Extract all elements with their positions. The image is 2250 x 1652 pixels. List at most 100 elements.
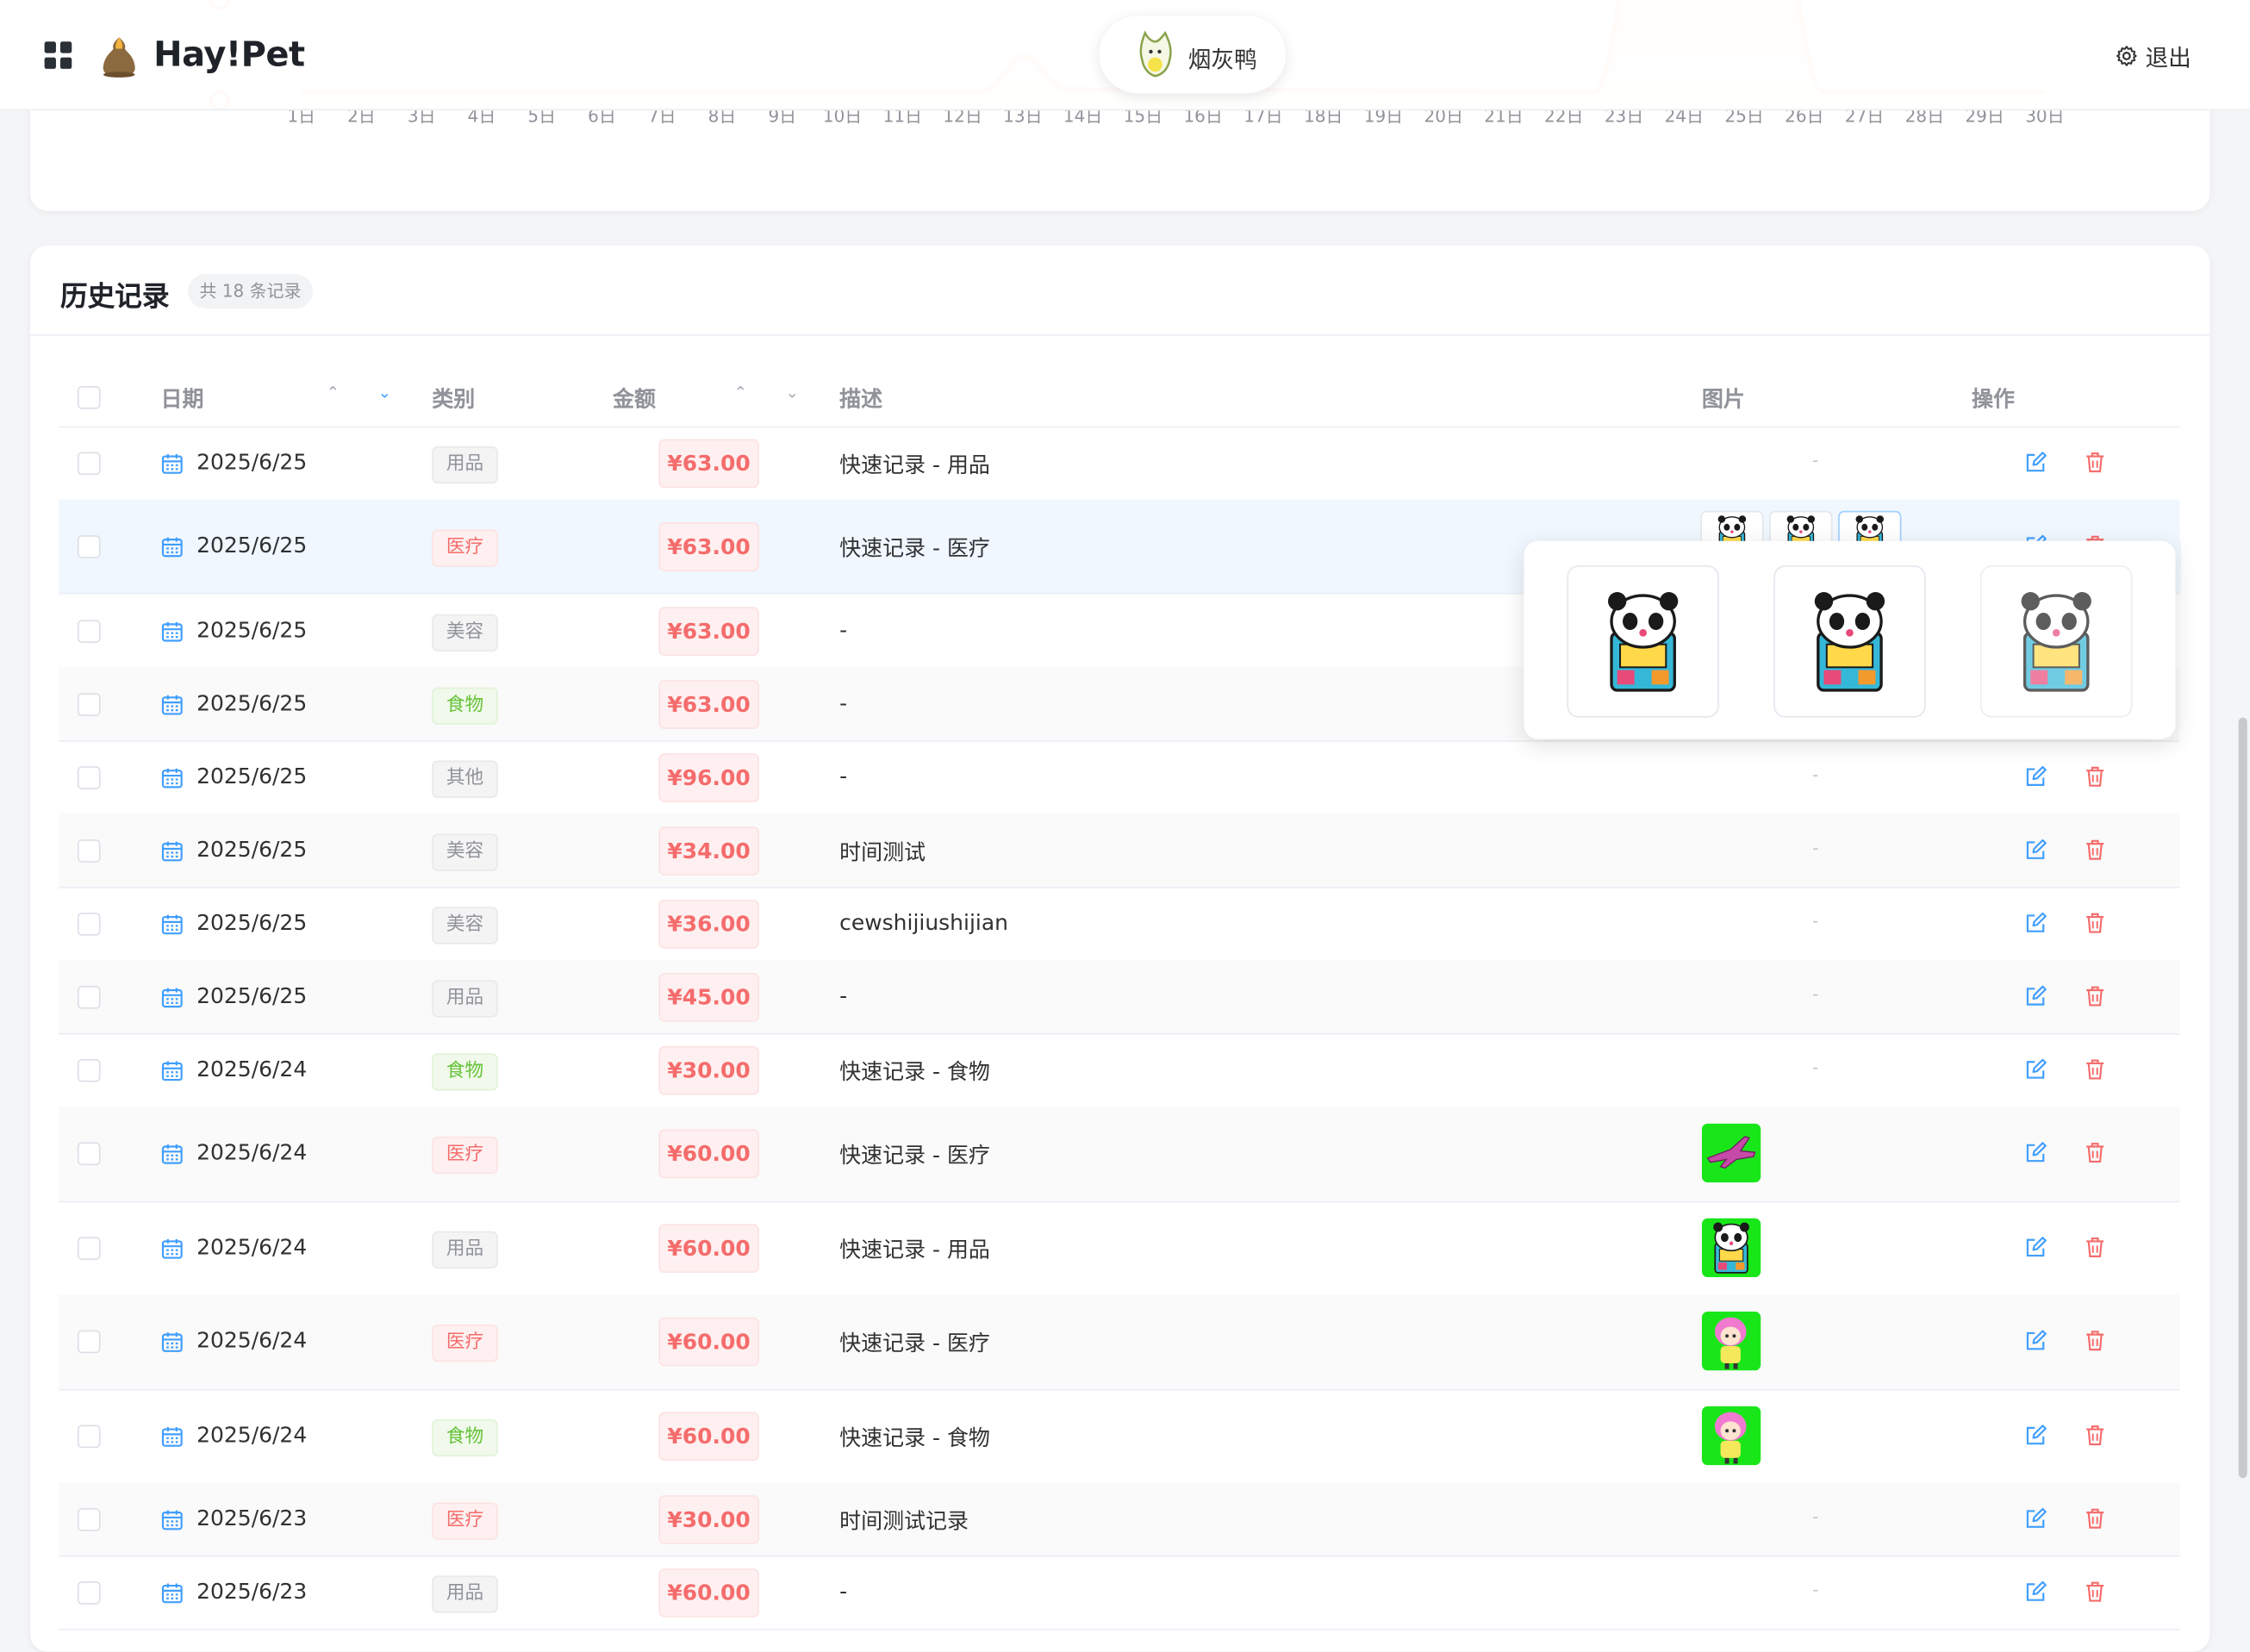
image-thumbnail[interactable] xyxy=(1701,1217,1761,1277)
row-checkbox[interactable] xyxy=(77,765,101,789)
edit-icon[interactable] xyxy=(2025,911,2048,934)
edit-icon[interactable] xyxy=(2025,1423,2048,1446)
table-row[interactable]: 2025/6/24 食物 ¥60.00 快速记录 - 食物 xyxy=(59,1389,2180,1484)
table-row[interactable]: 2025/6/24 医疗 ¥60.00 快速记录 - 医疗 xyxy=(59,1106,2180,1203)
amount-badge: ¥60.00 xyxy=(658,1568,759,1617)
row-date: 2025/6/24 xyxy=(196,1139,308,1166)
row-checkbox[interactable] xyxy=(77,692,101,716)
row-date: 2025/6/25 xyxy=(196,616,308,643)
edit-icon[interactable] xyxy=(2025,451,2048,474)
delete-icon[interactable] xyxy=(2084,1423,2107,1446)
row-description: 快速记录 - 用品 xyxy=(839,1236,990,1262)
table-row[interactable]: 2025/6/25 用品 ¥45.00 - - xyxy=(59,960,2180,1035)
row-date: 2025/6/25 xyxy=(196,531,308,558)
edit-icon[interactable] xyxy=(2025,1057,2048,1080)
top-header: Hay!Pet 烟灰鸭 退出 xyxy=(0,0,2250,111)
delete-icon[interactable] xyxy=(2084,983,2107,1007)
pet-avatar xyxy=(1139,30,1172,78)
edit-icon[interactable] xyxy=(2025,1235,2048,1258)
amount-badge: ¥30.00 xyxy=(658,1494,759,1543)
table-row[interactable]: 2025/6/24 用品 ¥60.00 快速记录 - 用品 xyxy=(59,1201,2180,1296)
row-checkbox[interactable] xyxy=(77,985,101,1008)
delete-icon[interactable] xyxy=(2084,451,2107,474)
preview-image[interactable] xyxy=(1979,565,2133,718)
table-row[interactable]: 2025/6/24 医疗 ¥60.00 快速记录 - 医疗 xyxy=(59,1294,2180,1391)
date-sort-controls: ⌃ ⌄ xyxy=(323,383,395,409)
row-checkbox[interactable] xyxy=(77,619,101,643)
history-card: 历史记录 共 18 条记录 日期 ⌃ ⌄ 类别 金额 ⌃ ⌄ 描述 图片 操作 … xyxy=(29,245,2210,1652)
row-checkbox[interactable] xyxy=(77,534,101,558)
row-checkbox[interactable] xyxy=(77,1058,101,1082)
edit-icon[interactable] xyxy=(2025,1580,2048,1603)
row-checkbox[interactable] xyxy=(77,1236,101,1260)
edit-icon[interactable] xyxy=(2025,838,2048,861)
delete-icon[interactable] xyxy=(2084,764,2107,788)
table-row[interactable]: 2025/6/25 美容 ¥34.00 时间测试 - xyxy=(59,814,2180,888)
no-image-placeholder: - xyxy=(1812,910,1819,931)
calendar-icon xyxy=(161,912,184,935)
category-tag: 食物 xyxy=(432,1052,498,1090)
sort-desc-icon[interactable]: ⌄ xyxy=(782,383,802,409)
row-description: - xyxy=(839,982,848,1008)
delete-icon[interactable] xyxy=(2084,911,2107,934)
apps-menu-icon[interactable] xyxy=(44,41,72,69)
calendar-icon xyxy=(161,534,184,558)
row-checkbox[interactable] xyxy=(77,1424,101,1448)
delete-icon[interactable] xyxy=(2084,1057,2107,1080)
no-image-placeholder: - xyxy=(1812,837,1819,857)
sort-asc-icon[interactable]: ⌃ xyxy=(323,383,343,409)
row-checkbox[interactable] xyxy=(77,1507,101,1530)
amount-badge: ¥63.00 xyxy=(658,439,759,489)
table-row[interactable]: 2025/6/24 食物 ¥30.00 快速记录 - 食物 - xyxy=(59,1033,2180,1108)
delete-icon[interactable] xyxy=(2084,1329,2107,1352)
row-description: cewshijiushijian xyxy=(839,908,1008,935)
column-header-amount: 金额 xyxy=(613,385,657,412)
row-description: 快速记录 - 医疗 xyxy=(839,1330,990,1356)
image-thumbnail[interactable] xyxy=(1701,1311,1761,1371)
logout-button[interactable]: 退出 xyxy=(2116,41,2191,72)
row-checkbox[interactable] xyxy=(77,1142,101,1166)
category-tag: 食物 xyxy=(432,686,498,725)
row-checkbox[interactable] xyxy=(77,1330,101,1354)
preview-image[interactable] xyxy=(1567,565,1719,718)
image-thumbnail[interactable] xyxy=(1701,1123,1761,1183)
image-thumbnail[interactable] xyxy=(1701,1406,1761,1465)
row-checkbox[interactable] xyxy=(77,838,101,862)
table-row[interactable]: 2025/6/25 用品 ¥63.00 快速记录 - 用品 - xyxy=(59,427,2180,502)
no-image-placeholder: - xyxy=(1812,764,1819,785)
preview-image[interactable] xyxy=(1773,565,1926,718)
row-checkbox[interactable] xyxy=(77,912,101,935)
sort-asc-icon[interactable]: ⌃ xyxy=(731,383,751,409)
row-date: 2025/6/25 xyxy=(196,763,308,789)
table-row[interactable]: 2025/6/23 用品 ¥60.00 - - xyxy=(59,1555,2180,1630)
table-row[interactable]: 2025/6/23 医疗 ¥30.00 时间测试记录 - xyxy=(59,1482,2180,1557)
delete-icon[interactable] xyxy=(2084,1141,2107,1164)
delete-icon[interactable] xyxy=(2084,838,2107,861)
page-scrollbar[interactable] xyxy=(2238,717,2247,1479)
calendar-icon xyxy=(161,1580,184,1604)
sort-desc-icon[interactable]: ⌄ xyxy=(375,383,395,409)
table-row[interactable]: 2025/6/25 美容 ¥36.00 cewshijiushijian - xyxy=(59,887,2180,962)
category-tag: 用品 xyxy=(432,979,498,1017)
pet-selector[interactable]: 烟灰鸭 xyxy=(1099,16,1287,94)
row-checkbox[interactable] xyxy=(77,1580,101,1604)
row-description: 时间测试记录 xyxy=(839,1507,969,1534)
row-checkbox[interactable] xyxy=(77,452,101,476)
delete-icon[interactable] xyxy=(2084,1506,2107,1530)
calendar-icon xyxy=(161,692,184,715)
edit-icon[interactable] xyxy=(2025,1506,2048,1530)
edit-icon[interactable] xyxy=(2025,983,2048,1007)
edit-icon[interactable] xyxy=(2025,1329,2048,1352)
edit-icon[interactable] xyxy=(2025,1141,2048,1164)
category-tag: 医疗 xyxy=(432,1136,498,1175)
select-all-checkbox[interactable] xyxy=(77,385,101,409)
table-row[interactable]: 2025/6/25 其他 ¥96.00 - - xyxy=(59,740,2180,815)
row-description: - xyxy=(839,616,848,643)
row-date: 2025/6/25 xyxy=(196,982,308,1008)
amount-badge: ¥60.00 xyxy=(658,1411,759,1461)
edit-icon[interactable] xyxy=(2025,764,2048,788)
amount-badge: ¥60.00 xyxy=(658,1129,759,1179)
delete-icon[interactable] xyxy=(2084,1235,2107,1258)
delete-icon[interactable] xyxy=(2084,1580,2107,1603)
amount-badge: ¥63.00 xyxy=(658,521,759,570)
